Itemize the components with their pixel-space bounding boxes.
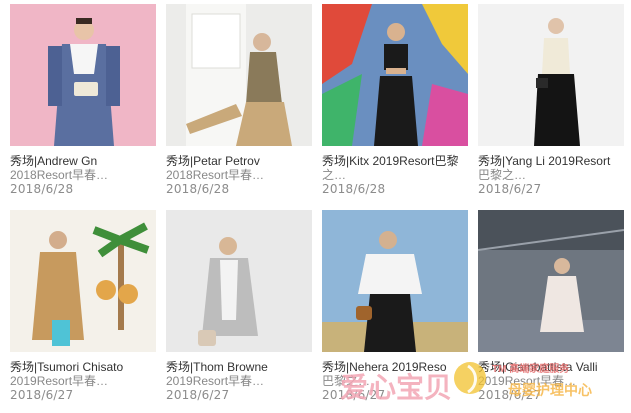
article-thumbnail[interactable] — [478, 4, 624, 146]
article-title[interactable]: 秀场|Tsumori Chisato 2019Resort早春… — [10, 360, 170, 388]
article-thumbnail[interactable] — [322, 4, 468, 146]
article-grid: 秀场|Andrew Gn 2018Resort早春… 2018/6/28 秀场|… — [0, 0, 631, 413]
article-thumbnail[interactable] — [10, 4, 156, 146]
article-thumbnail[interactable] — [166, 4, 312, 146]
article-thumbnail[interactable] — [166, 210, 312, 352]
fashion-photo-yang-li — [478, 4, 624, 146]
article-title[interactable]: 秀场|Yang Li 2019Resort 巴黎之… — [478, 154, 631, 182]
fashion-photo-kitx — [322, 4, 468, 146]
article-title[interactable]: 秀场|Kitx 2019Resort巴黎 之… — [322, 154, 482, 182]
article-date: 2018/6/27 — [478, 388, 542, 402]
article-title[interactable]: 秀场|Giambattista Valli 2019Resort早春… — [478, 360, 631, 388]
article-thumbnail[interactable] — [10, 210, 156, 352]
article-title[interactable]: 秀场|Nehera 2019Reso 巴黎之… — [322, 360, 482, 388]
article-date: 2018/6/28 — [166, 182, 230, 196]
article-date: 2018/6/27 — [10, 388, 74, 402]
fashion-photo-nehera — [322, 210, 468, 352]
article-thumbnail[interactable] — [322, 210, 468, 352]
fashion-photo-tsumori-chisato — [10, 210, 156, 352]
article-date: 2018/6/27 — [166, 388, 230, 402]
article-title[interactable]: 秀场|Thom Browne 2019Resort早春… — [166, 360, 326, 388]
fashion-photo-petar-petrov — [166, 4, 312, 146]
article-date: 2018/6/28 — [10, 182, 74, 196]
fashion-photo-thom-browne — [166, 210, 312, 352]
fashion-photo-giambattista-valli — [478, 210, 624, 352]
article-date: 2018/6/27 — [478, 182, 542, 196]
fashion-photo-andrew-gn — [10, 4, 156, 146]
article-title[interactable]: 秀场|Petar Petrov 2018Resort早春… — [166, 154, 326, 182]
article-date: 2018/6/28 — [322, 182, 386, 196]
article-title[interactable]: 秀场|Andrew Gn 2018Resort早春… — [10, 154, 170, 182]
article-thumbnail[interactable] — [478, 210, 624, 352]
article-date: 2018/6/27 — [322, 388, 386, 402]
